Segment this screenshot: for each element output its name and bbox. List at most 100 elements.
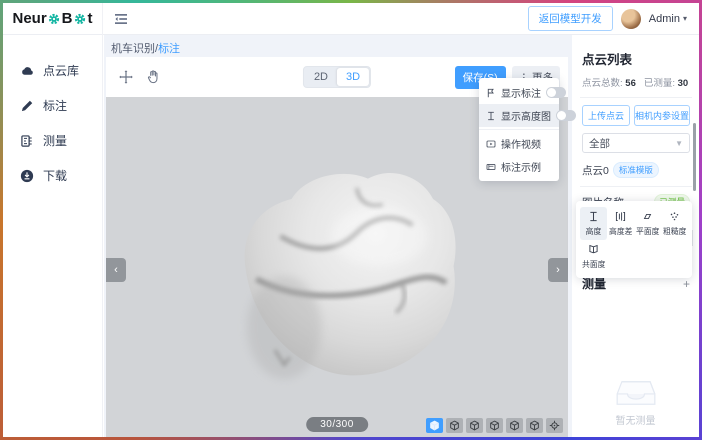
menu-item-label: 标注示例 xyxy=(501,159,552,174)
tool-label: 高度 xyxy=(586,225,602,236)
sidebar-item-label: 标注 xyxy=(43,97,67,114)
top-navbar: Neur Bt 返回模型开发 Admin ▾ xyxy=(3,3,699,35)
view-mode-segment: 2D 3D xyxy=(303,66,371,88)
menu-item-show-annotations[interactable]: 显示标注 xyxy=(479,81,559,104)
chevron-down-icon: ▼ xyxy=(675,139,683,148)
next-image-button[interactable]: › xyxy=(548,258,568,282)
logo-text: t xyxy=(88,10,93,27)
tool-label: 粗糙度 xyxy=(663,225,686,236)
menu-item-label: 显示标注 xyxy=(501,85,541,100)
move-icon[interactable] xyxy=(118,69,134,85)
breadcrumb-parent[interactable]: 机车识别 xyxy=(111,43,155,55)
stat-label: 已测量: xyxy=(644,78,675,89)
stat-value: 30 xyxy=(678,78,689,89)
menu-item-show-heightmap[interactable]: 显示高度图 xyxy=(479,104,559,127)
tool-flatness[interactable]: 平面度 xyxy=(634,207,661,240)
menu-item-label: 操作视频 xyxy=(501,136,552,151)
view-left-button[interactable] xyxy=(486,418,503,433)
sidebar-item-label: 下载 xyxy=(43,167,67,184)
height-icon xyxy=(486,111,496,121)
logo-text: Neur xyxy=(12,10,46,27)
panel-title: 点云列表 xyxy=(582,49,690,68)
empty-state: 暂无测量 xyxy=(572,377,699,427)
template-tag: 标准模版 xyxy=(613,162,659,178)
tool-roughness[interactable]: 粗糙度 xyxy=(661,207,688,240)
view-iso-button[interactable] xyxy=(426,418,443,433)
cube-back-icon xyxy=(469,420,480,431)
video-icon xyxy=(486,139,496,149)
locate-icon xyxy=(549,420,560,431)
avatar[interactable] xyxy=(621,9,641,29)
view-front-button[interactable] xyxy=(446,418,463,433)
user-menu[interactable]: Admin ▾ xyxy=(649,13,687,25)
sidebar-item-annotate[interactable]: 标注 xyxy=(3,88,102,123)
view-top-button[interactable] xyxy=(526,418,543,433)
more-dropdown-menu: 显示标注 显示高度图 操作视频 标注示例 xyxy=(479,78,559,181)
tool-label: 共面度 xyxy=(582,258,605,269)
coplanarity-icon xyxy=(588,244,599,255)
app-logo: Neur Bt xyxy=(3,3,103,35)
view-back-button[interactable] xyxy=(466,418,483,433)
menu-item-label: 显示高度图 xyxy=(501,108,551,123)
cube-iso-icon xyxy=(429,420,440,431)
sidebar-item-label: 测量 xyxy=(43,132,67,149)
stat-value: 56 xyxy=(625,78,636,89)
camera-params-button[interactable]: 相机内参设置 xyxy=(634,105,690,126)
cloud-icon xyxy=(20,64,34,78)
tooth-model[interactable] xyxy=(219,141,461,393)
reset-view-button[interactable] xyxy=(546,418,563,433)
flatness-icon xyxy=(642,211,653,222)
prev-image-button[interactable]: ‹ xyxy=(106,258,126,282)
menu-item-tutorial-video[interactable]: 操作视频 xyxy=(479,132,559,155)
view-orientation-buttons xyxy=(426,418,563,433)
tool-coplanarity[interactable]: 共面度 xyxy=(580,240,607,273)
show-annotations-toggle[interactable] xyxy=(546,87,566,98)
divider xyxy=(580,97,692,98)
pen-icon xyxy=(20,99,34,113)
cube-left-icon xyxy=(489,420,500,431)
tool-height[interactable]: 高度 xyxy=(580,207,607,240)
roughness-icon xyxy=(669,211,680,222)
show-heightmap-toggle[interactable] xyxy=(556,110,576,121)
pointcloud-panel: 点云列表 点云总数: 56 已测量: 30 上传点云 相机内参设置 全部 ▼ 点… xyxy=(572,35,699,437)
filter-select-value: 全部 xyxy=(589,136,610,151)
sidebar: 点云库 标注 测量 下载 xyxy=(3,35,103,437)
sidebar-item-label: 点云库 xyxy=(43,62,79,79)
back-to-model-dev-button[interactable]: 返回模型开发 xyxy=(528,6,613,31)
pointcloud-item[interactable]: 点云0 标准模版 xyxy=(582,162,690,178)
cube-right-icon xyxy=(509,420,520,431)
pointcloud-name: 点云0 xyxy=(582,163,609,178)
viewer-card: 2D 3D 保存(S) ⋮ 更多 显示标注 显示高度图 xyxy=(106,57,568,437)
chevron-down-icon: ▾ xyxy=(683,14,687,23)
tool-height-diff[interactable]: 高度差 xyxy=(607,207,634,240)
view-right-button[interactable] xyxy=(506,418,523,433)
collapse-menu-icon[interactable] xyxy=(114,13,128,25)
breadcrumb: 机车识别/标注 xyxy=(111,40,180,56)
main-content: 机车识别/标注 2D 3D 保存(S) xyxy=(104,35,572,437)
cube-top-icon xyxy=(529,420,540,431)
sidebar-item-measure[interactable]: 测量 xyxy=(3,123,102,158)
screenshot-gradient-border: Neur Bt 返回模型开发 Admin ▾ 点云库 标注 测量 xyxy=(0,0,702,440)
hand-icon[interactable] xyxy=(146,69,161,85)
filter-select[interactable]: 全部 ▼ xyxy=(582,133,690,153)
height-tool-icon xyxy=(588,211,599,222)
divider xyxy=(580,186,692,187)
mode-3d-button[interactable]: 3D xyxy=(337,68,369,86)
panel-stats: 点云总数: 56 已测量: 30 xyxy=(582,75,690,89)
menu-item-annotation-example[interactable]: 标注示例 xyxy=(479,155,559,178)
logo-text: B xyxy=(62,10,73,27)
panel-scrollbar[interactable] xyxy=(693,123,696,191)
mode-2d-button[interactable]: 2D xyxy=(305,68,337,86)
tool-label: 高度差 xyxy=(609,225,632,236)
add-measurement-button[interactable]: + xyxy=(683,279,690,289)
menu-divider xyxy=(479,129,559,130)
gear-icon xyxy=(48,13,60,25)
flag-icon xyxy=(486,88,496,98)
stat-label: 点云总数: xyxy=(582,78,623,89)
cube-front-icon xyxy=(449,420,460,431)
example-icon xyxy=(486,162,496,172)
sidebar-item-download[interactable]: 下载 xyxy=(3,158,102,193)
sidebar-item-pointcloud-library[interactable]: 点云库 xyxy=(3,53,102,88)
ruler-icon xyxy=(20,134,34,148)
upload-pointcloud-button[interactable]: 上传点云 xyxy=(582,105,630,126)
